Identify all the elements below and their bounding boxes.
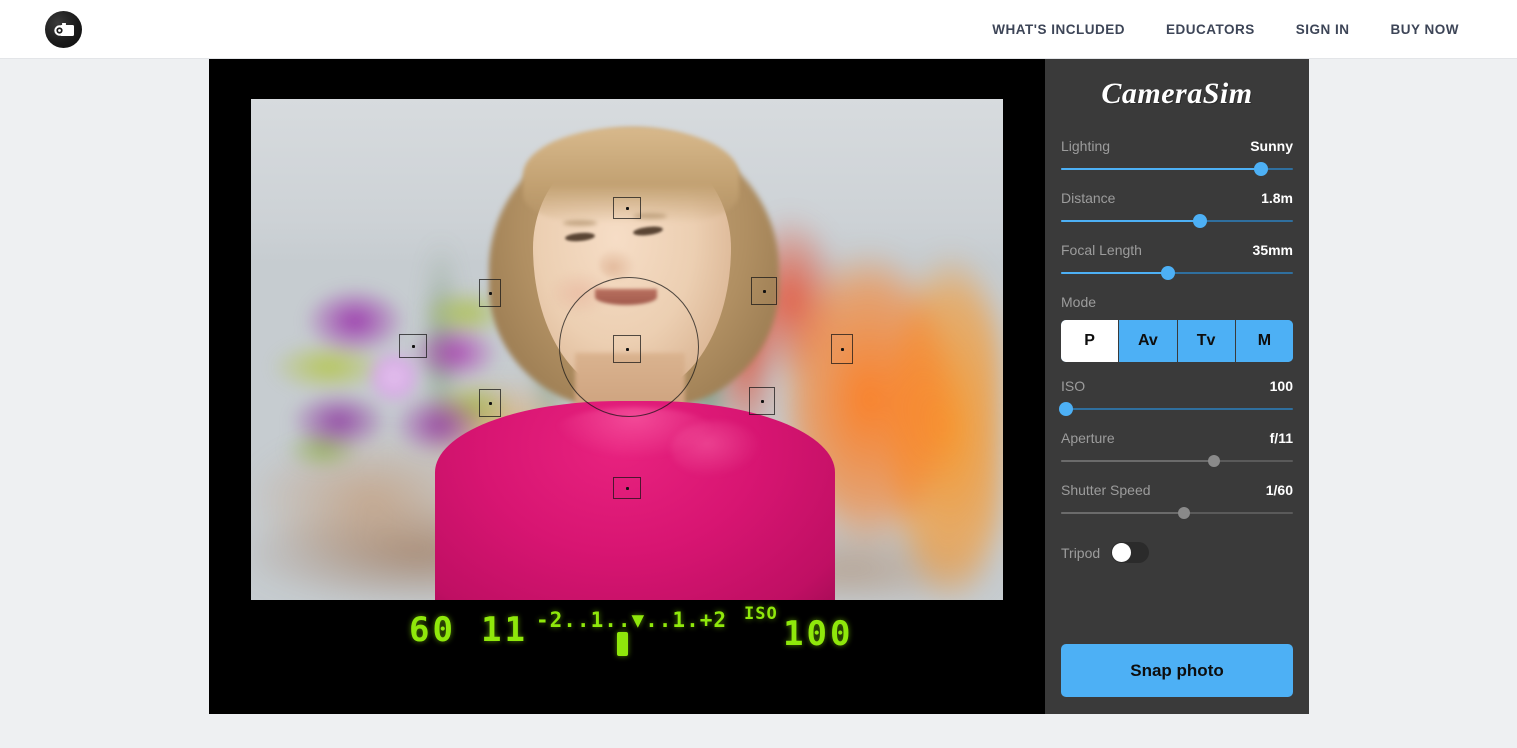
nav-link-buy-now[interactable]: BUY NOW	[1390, 22, 1459, 37]
subject-brow-left	[563, 220, 597, 226]
subject-nose	[599, 249, 635, 279]
slider-thumb[interactable]	[1058, 402, 1073, 416]
slider-thumb[interactable]	[1193, 214, 1208, 228]
aperture-slider	[1061, 454, 1293, 468]
tripod-label: Tripod	[1061, 544, 1101, 561]
readout-iso-label: ISO	[744, 604, 778, 624]
control-distance: Distance 1.8m	[1061, 190, 1293, 228]
slider-fill	[1061, 512, 1184, 514]
slider-fill	[1061, 220, 1201, 222]
slider-fill	[1061, 460, 1215, 462]
control-panel: CameraSim Lighting Sunny Distance 1.8m F…	[1045, 59, 1309, 714]
photo-preview[interactable]	[251, 99, 1003, 600]
mode-button-tv[interactable]: Tv	[1177, 320, 1236, 362]
shutter-speed-slider	[1061, 506, 1293, 520]
iso-value: 100	[1269, 378, 1293, 394]
site-header: WHAT'S INCLUDED EDUCATORS SIGN IN BUY NO…	[0, 0, 1517, 59]
mode-label: Mode	[1061, 294, 1097, 310]
slider-thumb[interactable]	[1160, 266, 1175, 280]
subject-child	[435, 121, 835, 600]
lighting-value: Sunny	[1250, 138, 1293, 154]
focal-length-slider[interactable]	[1061, 266, 1293, 280]
control-mode: Mode P Av Tv M	[1061, 294, 1293, 362]
viewfinder-readout: 60 11 -2..1..▼..1.+2 ISO 100	[209, 600, 1045, 714]
control-tripod: Tripod	[1061, 542, 1293, 563]
shutter-speed-value: 1/60	[1265, 482, 1293, 498]
viewfinder: 60 11 -2..1..▼..1.+2 ISO 100	[209, 59, 1045, 714]
readout-shutter-speed: 60	[409, 610, 456, 650]
lighting-slider[interactable]	[1061, 162, 1293, 176]
mode-switch: P Av Tv M	[1061, 320, 1293, 362]
exposure-meter-pointer-icon	[617, 632, 628, 656]
subject-brow-right	[633, 213, 667, 219]
iso-label: ISO	[1061, 378, 1086, 394]
shutter-speed-label: Shutter Speed	[1061, 482, 1151, 498]
subject-shirt-ruffle	[671, 421, 761, 477]
readout-aperture: 11	[481, 610, 528, 650]
mode-button-p[interactable]: P	[1061, 320, 1120, 362]
nav-link-sign-in[interactable]: SIGN IN	[1296, 22, 1350, 37]
camera-logo-icon[interactable]	[45, 11, 82, 48]
distance-slider[interactable]	[1061, 214, 1293, 228]
camera-simulator: 60 11 -2..1..▼..1.+2 ISO 100 CameraSim L…	[209, 59, 1309, 714]
slider-fill	[1061, 168, 1261, 170]
focal-length-label: Focal Length	[1061, 242, 1142, 258]
aperture-label: Aperture	[1061, 430, 1115, 446]
subject-mouth	[595, 289, 657, 305]
distance-value: 1.8m	[1261, 190, 1293, 206]
control-iso: ISO 100	[1058, 378, 1293, 416]
tripod-toggle[interactable]	[1111, 542, 1150, 563]
slider-thumb[interactable]	[1253, 162, 1268, 176]
aperture-value: f/11	[1269, 430, 1293, 446]
subject-hair-top	[523, 127, 739, 223]
scene-photo	[251, 99, 1003, 600]
lighting-label: Lighting	[1061, 138, 1111, 154]
iso-slider[interactable]	[1058, 402, 1293, 416]
slider-fill	[1061, 272, 1168, 274]
camerasim-wordmark: CameraSim	[1101, 77, 1253, 110]
snap-photo-button[interactable]: Snap photo	[1061, 644, 1293, 697]
control-aperture: Aperture f/11	[1061, 430, 1293, 468]
focal-length-value: 35mm	[1252, 242, 1293, 258]
control-lighting: Lighting Sunny	[1061, 138, 1293, 176]
mode-button-m[interactable]: M	[1235, 320, 1293, 362]
toggle-knob	[1112, 543, 1132, 562]
slider-thumb	[1208, 455, 1221, 467]
mode-button-av[interactable]: Av	[1119, 320, 1178, 362]
nav-link-educators[interactable]: EDUCATORS	[1166, 22, 1255, 37]
slider-track	[1061, 408, 1293, 410]
main-nav: WHAT'S INCLUDED EDUCATORS SIGN IN BUY NO…	[992, 0, 1459, 59]
distance-label: Distance	[1061, 190, 1116, 206]
readout-exposure-meter: -2..1..▼..1.+2	[536, 608, 728, 632]
control-shutter-speed: Shutter Speed 1/60	[1061, 482, 1293, 520]
readout-iso-value: 100	[783, 614, 854, 654]
nav-link-whats-included[interactable]: WHAT'S INCLUDED	[992, 22, 1125, 37]
control-focal-length: Focal Length 35mm	[1061, 242, 1293, 280]
slider-thumb	[1177, 507, 1190, 519]
